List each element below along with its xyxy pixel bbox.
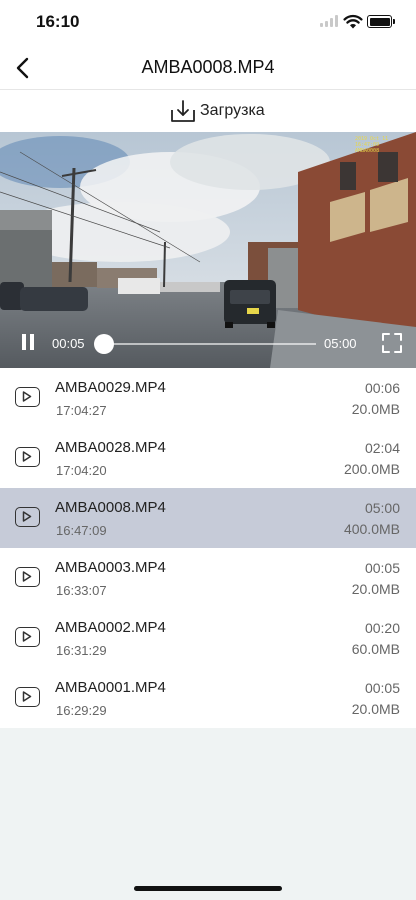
file-duration: 00:05 (364, 680, 400, 696)
battery-icon (367, 15, 392, 28)
progress-slider[interactable] (93, 334, 316, 354)
battery-tip (393, 19, 395, 24)
file-timestamp: 16:31:29 (56, 643, 107, 658)
file-name: AMBA0029.MP4 (55, 379, 166, 396)
status-time: 16:10 (36, 12, 80, 31)
file-size: 20.0MB (351, 581, 400, 597)
download-label: Загрузка (200, 102, 265, 119)
cellular-signal-icon (320, 15, 340, 27)
nav-header: AMBA0008.MP4 (0, 46, 416, 90)
file-timestamp: 16:47:09 (56, 523, 107, 538)
page-title: AMBA0008.MP4 (141, 57, 275, 77)
file-duration: 00:20 (364, 620, 400, 636)
file-size: 60.0MB (351, 641, 400, 657)
file-timestamp: 16:29:29 (56, 703, 107, 718)
dashcam-stamp: 2019 Oct 11 16:47:09 AMBA0008 (355, 136, 389, 154)
file-row[interactable]: AMBA0001.MP4 16:29:29 00:05 20.0MB (0, 668, 416, 728)
download-button[interactable]: Загрузка (170, 98, 265, 124)
current-time: 00:05 (52, 336, 85, 351)
file-size: 200.0MB (343, 461, 400, 477)
download-icon (171, 100, 195, 122)
file-row[interactable]: AMBA0003.MP4 16:33:07 00:05 20.0MB (0, 548, 416, 608)
file-list: AMBA0029.MP4 17:04:27 00:06 20.0MB AMBA0028.… (0, 368, 416, 728)
status-bar: 16:10 (0, 0, 416, 46)
file-row[interactable]: AMBA0008.MP4 16:47:09 05:00 400.0MB (0, 488, 416, 548)
file-row[interactable]: AMBA0029.MP4 17:04:27 00:06 20.0MB (0, 368, 416, 428)
wifi-icon (343, 14, 363, 29)
total-time: 05:00 (324, 336, 357, 351)
pause-icon[interactable] (20, 334, 36, 352)
home-indicator (134, 886, 282, 891)
file-size: 20.0MB (351, 401, 400, 417)
file-timestamp: 17:04:27 (56, 403, 107, 418)
video-file-icon (15, 507, 40, 527)
video-controls: 00:05 05:00 (0, 320, 416, 368)
progress-thumb[interactable] (93, 334, 114, 354)
file-duration: 02:04 (364, 440, 400, 456)
file-row[interactable]: AMBA0028.MP4 17:04:20 02:04 200.0MB (0, 428, 416, 488)
fullscreen-icon[interactable] (382, 333, 402, 353)
file-duration: 00:05 (364, 560, 400, 576)
video-file-icon (15, 567, 40, 587)
video-file-icon (15, 687, 40, 707)
video-player[interactable]: 2019 Oct 11 16:47:09 AMBA0008 00:05 05:0… (0, 132, 416, 368)
video-file-icon (15, 627, 40, 647)
file-size: 20.0MB (351, 701, 400, 717)
file-timestamp: 17:04:20 (56, 463, 107, 478)
download-bar: Загрузка (0, 90, 416, 132)
file-duration: 00:06 (364, 380, 400, 396)
file-name: AMBA0002.MP4 (55, 619, 166, 636)
file-name: AMBA0008.MP4 (55, 499, 166, 516)
video-file-icon (15, 387, 40, 407)
file-name: AMBA0028.MP4 (55, 439, 166, 456)
file-timestamp: 16:33:07 (56, 583, 107, 598)
file-row[interactable]: AMBA0002.MP4 16:31:29 00:20 60.0MB (0, 608, 416, 668)
video-file-icon (15, 447, 40, 467)
file-name: AMBA0003.MP4 (55, 559, 166, 576)
file-size: 400.0MB (343, 521, 400, 537)
file-duration: 05:00 (364, 500, 400, 516)
file-name: AMBA0001.MP4 (55, 679, 166, 696)
